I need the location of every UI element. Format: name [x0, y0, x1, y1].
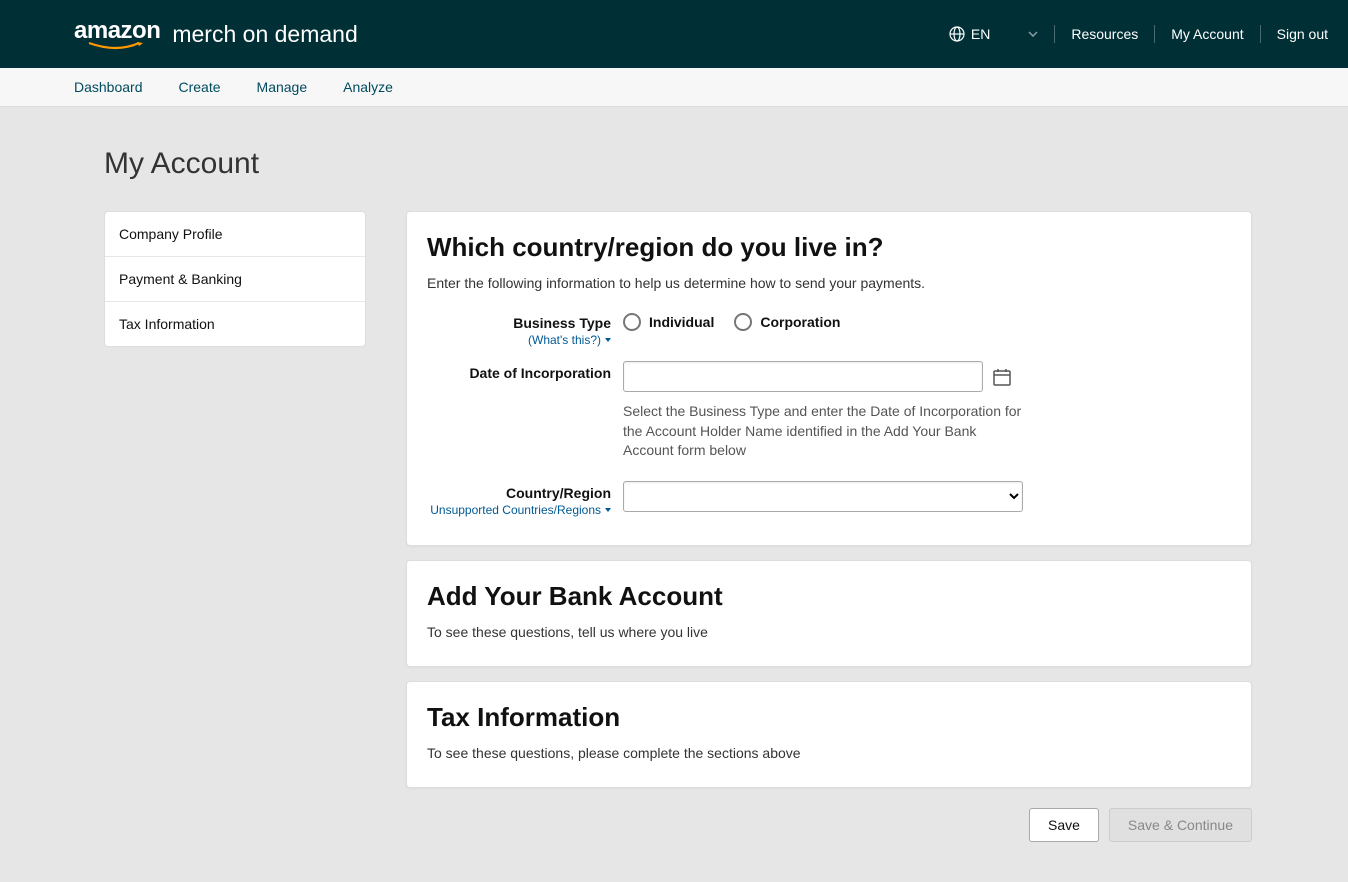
calendar-icon[interactable] [993, 368, 1011, 386]
date-input-wrap [623, 361, 1043, 392]
radio-corporation-label: Corporation [760, 314, 840, 330]
country-region-label: Country/Region [427, 485, 611, 501]
date-help-text: Select the Business Type and enter the D… [623, 402, 1023, 461]
header-right: EN Resources My Account Sign out [949, 25, 1328, 43]
whats-this-text: (What's this?) [528, 333, 601, 347]
date-incorporation-input[interactable] [623, 361, 983, 392]
radio-icon [623, 313, 641, 331]
radio-individual-label: Individual [649, 314, 714, 330]
form-input-col: Individual Corporation [623, 311, 1043, 331]
business-type-label: Business Type [427, 315, 611, 331]
language-selector[interactable]: EN [949, 26, 1038, 42]
main-content: Which country/region do you live in? Ent… [406, 211, 1252, 842]
country-card: Which country/region do you live in? Ent… [406, 211, 1252, 546]
sidebar-item-tax-information[interactable]: Tax Information [105, 302, 365, 346]
nav-manage[interactable]: Manage [257, 79, 308, 95]
nav-bar: Dashboard Create Manage Analyze [0, 68, 1348, 107]
radio-individual[interactable]: Individual [623, 313, 714, 331]
tax-info-subtitle: To see these questions, please complete … [427, 745, 1231, 761]
button-row: Save Save & Continue [406, 808, 1252, 842]
container: My Account Company Profile Payment & Ban… [84, 107, 1264, 882]
bank-account-subtitle: To see these questions, tell us where yo… [427, 624, 1231, 640]
whats-this-link[interactable]: (What's this?) [528, 333, 611, 347]
language-label: EN [971, 26, 990, 42]
my-account-link[interactable]: My Account [1171, 26, 1243, 42]
chevron-down-icon [605, 508, 611, 512]
business-type-row: Business Type (What's this?) Individual [427, 311, 1231, 349]
business-type-radio-group: Individual Corporation [623, 311, 1043, 331]
sidebar-item-company-profile[interactable]: Company Profile [105, 212, 365, 257]
amazon-smile-icon [87, 41, 147, 51]
country-region-row: Country/Region Unsupported Countries/Reg… [427, 481, 1231, 519]
form-label-col: Country/Region Unsupported Countries/Reg… [427, 481, 623, 519]
country-card-title: Which country/region do you live in? [427, 232, 1231, 263]
bank-account-card: Add Your Bank Account To see these quest… [406, 560, 1252, 667]
divider [1260, 25, 1261, 43]
bank-account-title: Add Your Bank Account [427, 581, 1231, 612]
form-label-col: Date of Incorporation [427, 361, 623, 381]
chevron-down-icon [1028, 31, 1038, 37]
country-region-select[interactable] [623, 481, 1023, 512]
form-label-col: Business Type (What's this?) [427, 311, 623, 349]
unsupported-countries-link[interactable]: Unsupported Countries/Regions [430, 503, 611, 517]
tax-info-title: Tax Information [427, 702, 1231, 733]
form-input-col: Select the Business Type and enter the D… [623, 361, 1043, 461]
page-title: My Account [104, 147, 1252, 181]
nav-create[interactable]: Create [179, 79, 221, 95]
radio-icon [734, 313, 752, 331]
sidebar: Company Profile Payment & Banking Tax In… [104, 211, 366, 347]
country-card-subtitle: Enter the following information to help … [427, 275, 1231, 291]
sidebar-item-label: Tax Information [119, 316, 215, 332]
sign-out-link[interactable]: Sign out [1277, 26, 1328, 42]
sidebar-item-label: Payment & Banking [119, 271, 242, 287]
tax-info-card: Tax Information To see these questions, … [406, 681, 1252, 788]
content-area: Company Profile Payment & Banking Tax In… [104, 211, 1252, 842]
unsupported-countries-text: Unsupported Countries/Regions [430, 503, 601, 517]
date-incorporation-row: Date of Incorporation Selec [427, 361, 1231, 461]
radio-corporation[interactable]: Corporation [734, 313, 840, 331]
sidebar-item-payment-banking[interactable]: Payment & Banking [105, 257, 365, 302]
form-input-col [623, 481, 1043, 512]
header: amazon merch on demand EN Resources My A… [0, 0, 1348, 68]
divider [1154, 25, 1155, 43]
date-incorporation-label: Date of Incorporation [427, 365, 611, 381]
amazon-logo: amazon [74, 17, 160, 51]
logo-area[interactable]: amazon merch on demand [74, 17, 358, 51]
nav-analyze[interactable]: Analyze [343, 79, 393, 95]
nav-dashboard[interactable]: Dashboard [74, 79, 143, 95]
globe-icon [949, 26, 965, 42]
save-button[interactable]: Save [1029, 808, 1099, 842]
chevron-down-icon [605, 338, 611, 342]
divider [1054, 25, 1055, 43]
merch-text: merch on demand [172, 21, 357, 48]
resources-link[interactable]: Resources [1071, 26, 1138, 42]
sidebar-item-label: Company Profile [119, 226, 223, 242]
save-continue-button[interactable]: Save & Continue [1109, 808, 1252, 842]
